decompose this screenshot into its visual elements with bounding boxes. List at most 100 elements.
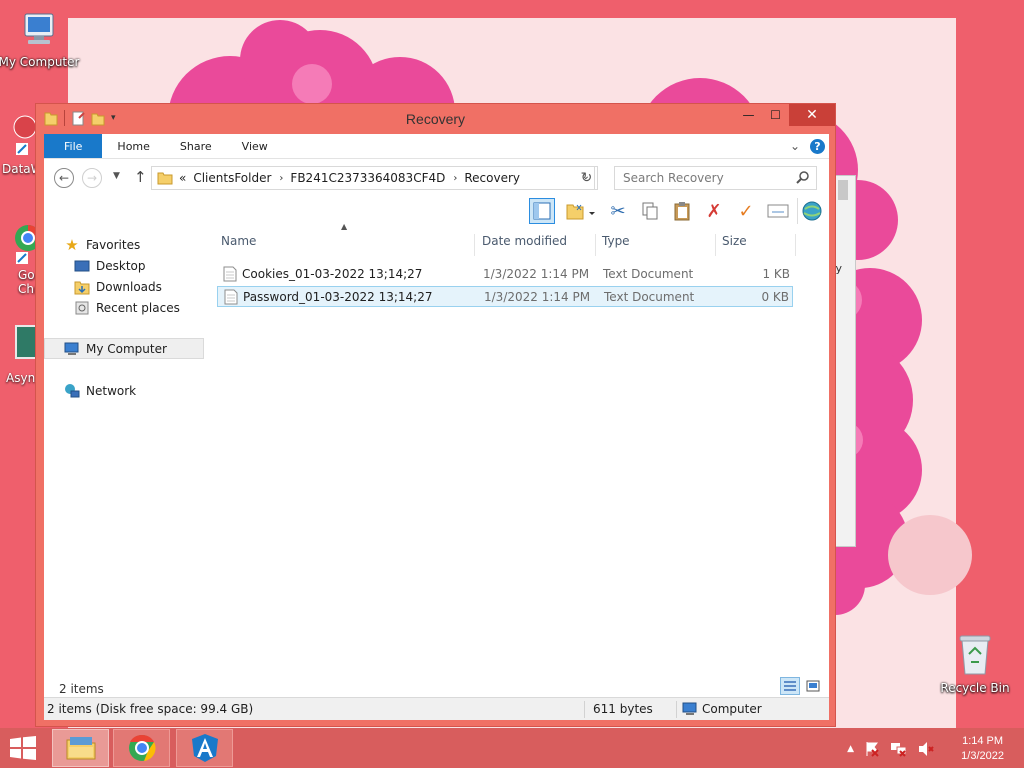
status-bar: 2 items (Disk free space: 99.4 GB) 611 b… [44, 697, 829, 720]
cut-button[interactable]: ✂ [605, 198, 631, 224]
tab-file[interactable]: File [44, 134, 103, 158]
up-button[interactable]: ↑ [134, 168, 147, 186]
clock-date: 1/3/2022 [961, 750, 1004, 762]
back-arrow-icon: ← [58, 171, 70, 185]
volume-muted-icon[interactable] [918, 741, 934, 757]
taskbar: ▲ 1:14 PM 1/3/2022 [0, 728, 1024, 768]
forward-arrow-icon: → [86, 171, 98, 185]
breadcrumb-chevron-icon[interactable]: › [453, 173, 457, 184]
refresh-button[interactable]: ↻ [576, 166, 598, 190]
tab-share[interactable]: Share [165, 134, 227, 158]
file-type: Text Document [603, 267, 694, 281]
preview-pane-button[interactable] [529, 198, 555, 224]
checkmark-icon: ✓ [738, 200, 754, 222]
nav-item-my-computer[interactable]: My Computer [44, 338, 204, 359]
downloads-folder-icon [74, 279, 90, 295]
breadcrumb-chevron-icon[interactable]: › [279, 173, 283, 184]
file-date: 1/3/2022 1:14 PM [483, 267, 590, 281]
column-name[interactable]: Name [221, 234, 256, 248]
search-icon [796, 171, 809, 184]
status-size: 611 bytes [593, 702, 653, 716]
help-icon[interactable]: ? [810, 138, 825, 154]
folder-move-icon [566, 204, 595, 220]
network-status-icon[interactable] [890, 741, 908, 757]
nav-item-network[interactable]: Network [44, 380, 204, 401]
sort-ascending-icon: ▲ [341, 222, 348, 231]
file-row-password[interactable]: Password_01-03-2022 13;14;27 1/3/2022 1:… [217, 286, 793, 307]
title-bar[interactable]: ▾ Recovery — ☐ ✕ [36, 104, 835, 134]
ribbon-tabs: File Home Share View ⌄ ? [44, 134, 829, 158]
minimize-button[interactable]: — [735, 104, 762, 126]
navigation-pane: ★ Favorites Desktop Downloads Recent pla… [44, 234, 204, 401]
globe-button[interactable] [797, 198, 823, 224]
nav-favorites[interactable]: ★ Favorites [44, 234, 204, 255]
search-input[interactable]: Search Recovery [614, 166, 817, 190]
search-placeholder: Search Recovery [623, 171, 724, 185]
paste-button[interactable] [669, 198, 695, 224]
file-date: 1/3/2022 1:14 PM [484, 290, 591, 304]
text-document-icon [224, 289, 238, 305]
details-view-button[interactable] [780, 677, 800, 695]
taskbar-angular[interactable] [176, 729, 233, 767]
view-switcher [780, 677, 823, 695]
copy-icon [642, 202, 658, 220]
clock-time: 1:14 PM [962, 735, 1004, 747]
expand-ribbon-icon[interactable]: ⌄ [790, 139, 800, 153]
rename-button[interactable]: ✓ [733, 198, 759, 224]
column-type[interactable]: Type [602, 234, 630, 248]
start-button[interactable] [8, 736, 38, 760]
recent-locations-icon[interactable]: ▼ [113, 171, 120, 181]
my-computer-icon [24, 13, 54, 44]
move-to-button[interactable] [561, 198, 599, 224]
breadcrumb-client-id[interactable]: FB241C2373364083CF4D [290, 171, 445, 185]
breadcrumb-clientsfolder[interactable]: ClientsFolder [193, 171, 271, 185]
globe-icon [802, 201, 821, 221]
taskbar-chrome[interactable] [113, 729, 170, 767]
close-button[interactable]: ✕ [789, 104, 835, 126]
command-toolbar: ✂ ✗ ✓ [529, 196, 829, 226]
nav-item-downloads[interactable]: Downloads [44, 276, 204, 297]
nav-item-recent-places[interactable]: Recent places [44, 297, 204, 318]
back-button[interactable]: ← [54, 168, 74, 188]
tab-home[interactable]: Home [102, 134, 164, 158]
file-list: ▲ Name Date modified Type Size Cookies_0… [217, 222, 829, 307]
computer-icon [682, 702, 697, 715]
computer-icon [64, 341, 80, 357]
angular-icon [191, 734, 218, 762]
file-name: Cookies_01-03-2022 13;14;27 [242, 267, 423, 281]
breadcrumb-overflow[interactable]: « [179, 171, 186, 185]
scissors-icon: ✂ [610, 200, 626, 222]
column-date-modified[interactable]: Date modified [482, 234, 567, 248]
file-type: Text Document [604, 290, 695, 304]
taskbar-clock[interactable]: 1:14 PM 1/3/2022 [961, 734, 1004, 764]
refresh-icon: ↻ [580, 170, 593, 186]
content-area: ✂ ✗ ✓ ★ Favorites Desktop Downloads Rece… [44, 194, 829, 697]
window-controls: — ☐ ✕ [735, 104, 835, 126]
desktop-icon [74, 258, 90, 274]
show-hidden-icons-icon[interactable]: ▲ [847, 744, 854, 754]
properties-card-icon [767, 204, 789, 218]
forward-button[interactable]: → [82, 168, 102, 188]
address-bar[interactable]: « ClientsFolder › FB241C2373364083CF4D ›… [151, 166, 595, 190]
status-summary: 2 items (Disk free space: 99.4 GB) [47, 702, 254, 716]
file-row-cookies[interactable]: Cookies_01-03-2022 13;14;27 1/3/2022 1:1… [217, 264, 793, 285]
nav-item-desktop[interactable]: Desktop [44, 255, 204, 276]
clipboard-icon [674, 202, 690, 221]
copy-button[interactable] [637, 198, 663, 224]
breadcrumb-recovery[interactable]: Recovery [464, 171, 520, 185]
file-name: Password_01-03-2022 13;14;27 [243, 290, 433, 304]
taskbar-file-explorer[interactable] [52, 729, 109, 767]
large-icons-view-button[interactable] [803, 677, 823, 695]
delete-button[interactable]: ✗ [701, 198, 727, 224]
properties-button[interactable] [765, 198, 791, 224]
column-size[interactable]: Size [722, 234, 747, 248]
recycle-bin-icon [959, 635, 991, 675]
action-center-flag-icon[interactable] [864, 741, 880, 757]
maximize-button[interactable]: ☐ [762, 104, 789, 126]
desktop-icon-recycle-bin[interactable]: Recycle Bin [930, 632, 1020, 695]
large-icons-view-icon [806, 680, 820, 692]
desktop-icon-my-computer[interactable]: My Computer [0, 10, 84, 69]
tab-view[interactable]: View [227, 134, 283, 158]
delete-x-icon: ✗ [706, 200, 722, 222]
item-count: 2 items [59, 682, 104, 696]
